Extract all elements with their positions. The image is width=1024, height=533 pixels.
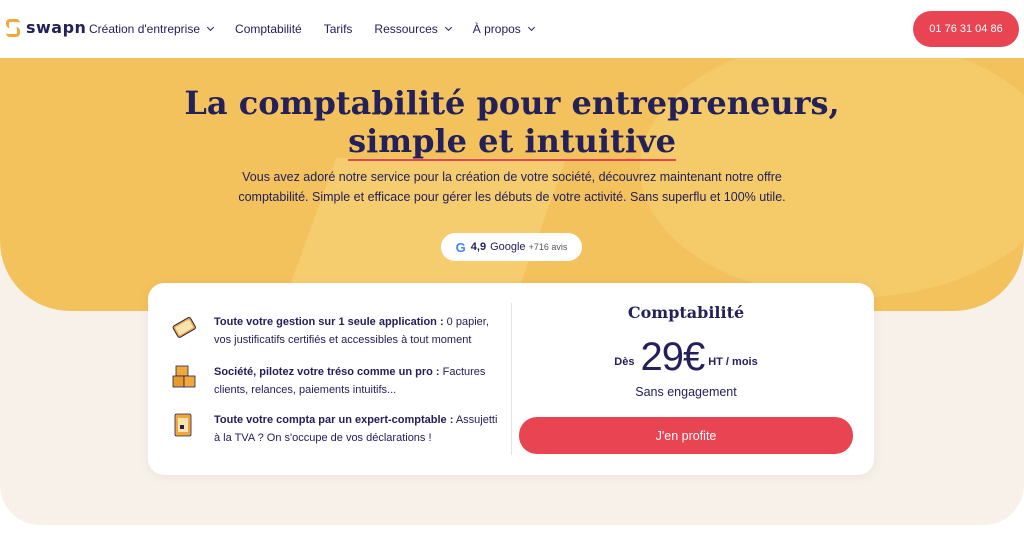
phone-button[interactable]: 01 76 31 04 86 (913, 11, 1019, 47)
nav-item-a-propos[interactable]: À propos (473, 22, 535, 36)
card-divider (511, 303, 512, 455)
nav-item-tarifs[interactable]: Tarifs (324, 22, 353, 36)
hero-title-line2: simple et intuitive (348, 122, 676, 161)
nav-item-comptabilite[interactable]: Comptabilité (235, 22, 302, 36)
jen-profite-button[interactable]: J'en profite (519, 417, 853, 454)
nav-item-creation[interactable]: Création d'entreprise (89, 22, 215, 36)
price-prefix: Dès (614, 356, 635, 368)
hero-subtitle: Vous avez adoré notre service pour la cr… (238, 170, 786, 204)
rating-source: Google (490, 241, 526, 253)
swapn-logo-icon (6, 18, 20, 37)
chevron-down-icon (444, 23, 452, 32)
feature-item: Toute votre gestion sur 1 seule applicat… (170, 313, 504, 349)
chevron-down-icon (527, 23, 535, 32)
offer-card: Toute votre gestion sur 1 seule applicat… (148, 283, 874, 475)
rating-score: 4,9 (470, 241, 487, 253)
feature-item: Société, pilotez votre tréso comme un pr… (170, 363, 504, 399)
hero-title-line1: La comptabilité pour entrepreneurs, (184, 84, 840, 122)
commitment-text: Sans engagement (635, 385, 737, 399)
logo-text: swapn (26, 18, 87, 37)
rating-count: +716 avis (528, 242, 568, 252)
google-icon: G (455, 239, 466, 255)
navbar: swapn Création d'entreprise Comptabilité… (0, 0, 1024, 58)
price-suffix: HT / mois (708, 356, 758, 368)
price-value: 29€ (640, 335, 705, 379)
offer-title: Comptabilité (627, 303, 745, 322)
document-icon (174, 413, 192, 437)
nav-item-ressources[interactable]: Ressources (374, 22, 452, 36)
feature-item: Toute votre compta par un expert-comptab… (170, 411, 504, 447)
logo[interactable]: swapn (6, 18, 86, 37)
google-rating-badge[interactable]: G 4,9 Google +716 avis (441, 233, 582, 261)
boxes-icon (172, 365, 196, 388)
price-row: Dès 29€ HT / mois (518, 335, 854, 379)
tablet-icon (172, 317, 196, 338)
chevron-down-icon (206, 23, 215, 32)
main-nav: Création d'entreprise Comptabilité Tarif… (89, 22, 556, 36)
hero-title: La comptabilité pour entrepreneurs, simp… (0, 84, 1024, 161)
